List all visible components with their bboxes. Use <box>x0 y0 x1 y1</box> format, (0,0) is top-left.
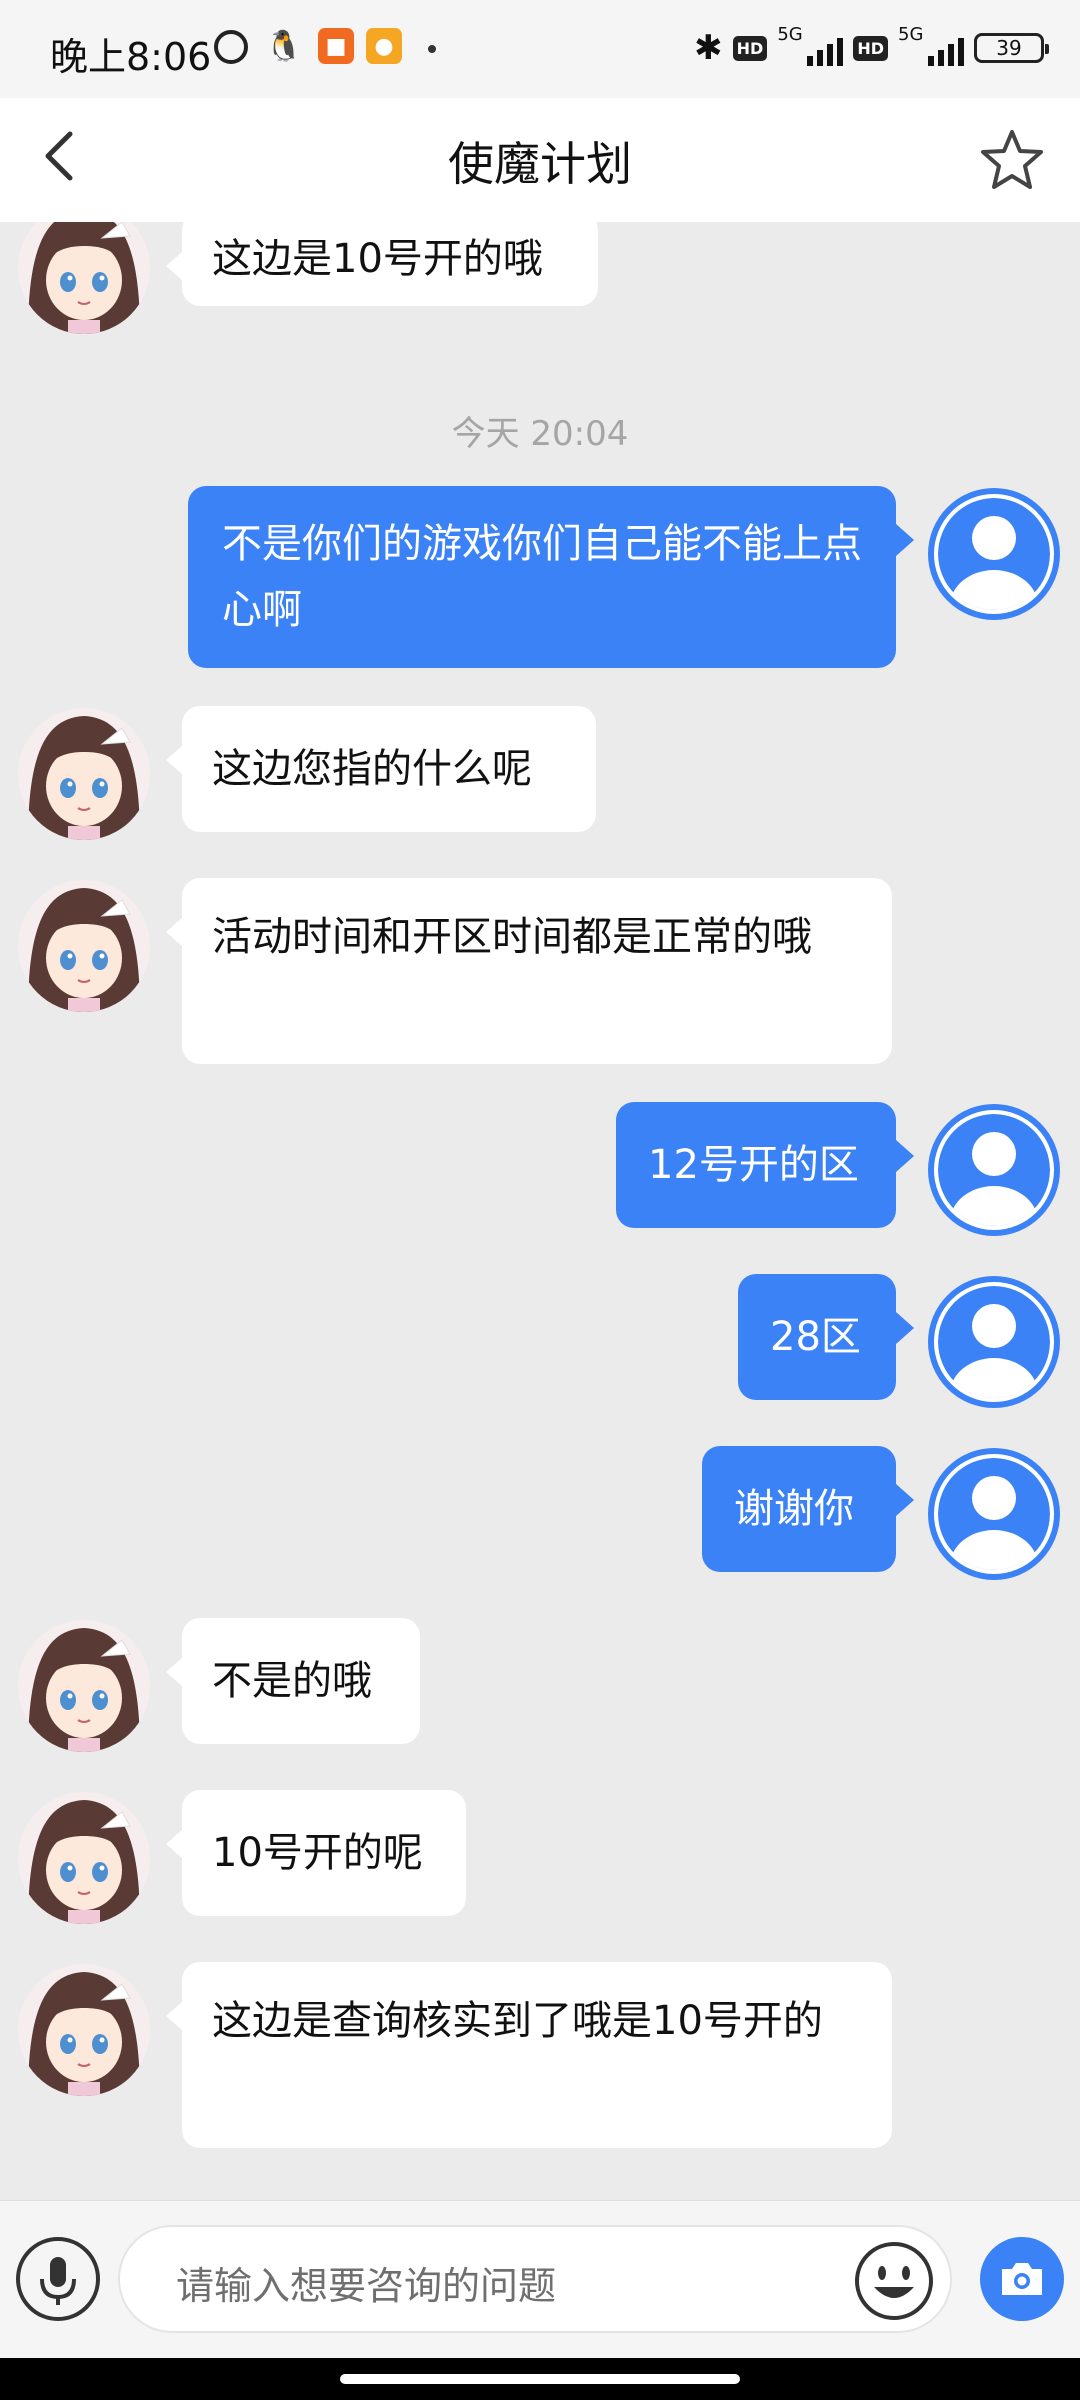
signal-icon: 5G <box>898 24 964 70</box>
status-right-group: ✱ HD 5G HD 5G 39 <box>694 24 1049 72</box>
anime-girl-avatar-icon <box>18 1792 150 1924</box>
chat-area[interactable]: 这边是10号开的哦 今天 20:04 不是你们的游戏你们自己能不能上点心啊 这边… <box>0 222 1080 2202</box>
message-bubble-right: 不是你们的游戏你们自己能不能上点心啊 <box>188 486 914 668</box>
bot-avatar[interactable] <box>18 1964 150 2096</box>
bot-avatar[interactable] <box>18 708 150 840</box>
video-app-icon: ■ <box>318 28 354 64</box>
camera-button[interactable] <box>980 2237 1064 2321</box>
dot-icon <box>428 45 436 53</box>
hd-icon: HD <box>732 35 768 61</box>
default-user-avatar-icon <box>928 1276 1060 1408</box>
battery-icon: 39 <box>974 33 1049 63</box>
home-indicator[interactable] <box>340 2374 740 2384</box>
user-avatar[interactable] <box>928 1104 1060 1236</box>
default-user-avatar-icon <box>928 488 1060 620</box>
user-avatar[interactable] <box>928 1276 1060 1408</box>
status-bar: 晚上8:06 🐧 ■ ● ✱ HD 5G HD 5G 39 <box>0 0 1080 98</box>
message-bubble-left: 这边您指的什么呢 <box>166 706 596 832</box>
bot-avatar[interactable] <box>18 1792 150 1924</box>
anime-girl-avatar-icon <box>18 880 150 1012</box>
microphone-icon <box>40 2257 76 2305</box>
battery-level: 39 <box>996 36 1022 60</box>
message-bubble-right: 12号开的区 <box>616 1102 914 1228</box>
bot-avatar[interactable] <box>18 222 150 334</box>
message-bubble-left: 这边是10号开的哦 <box>166 222 598 306</box>
hd-icon: HD <box>853 35 888 61</box>
anime-girl-avatar-icon <box>18 222 150 334</box>
input-bar: 请输入想要咨询的问题 <box>0 2200 1080 2358</box>
message-bubble-left: 这边是查询核实到了哦是10号开的 <box>166 1962 892 2148</box>
bot-avatar[interactable] <box>18 880 150 1012</box>
input-placeholder: 请输入想要咨询的问题 <box>176 2264 557 2308</box>
status-time: 晚上8:06 <box>50 35 212 79</box>
alarm-icon <box>214 30 248 64</box>
message-input[interactable]: 请输入想要咨询的问题 <box>118 2225 952 2333</box>
message-bubble-right: 谢谢你 <box>702 1446 914 1572</box>
star-icon <box>981 130 1043 189</box>
emoji-button[interactable] <box>852 2239 936 2323</box>
anime-girl-avatar-icon <box>18 1620 150 1752</box>
app-icon: ● <box>366 28 402 64</box>
system-nav-bar <box>0 2358 1080 2400</box>
favorite-button[interactable] <box>980 128 1044 192</box>
anime-girl-avatar-icon <box>18 1964 150 2096</box>
default-user-avatar-icon <box>928 1104 1060 1236</box>
anime-girl-avatar-icon <box>18 708 150 840</box>
bluetooth-icon: ✱ <box>694 28 723 68</box>
camera-icon <box>1002 2263 1042 2295</box>
emoji-icon <box>855 2242 933 2320</box>
signal-icon: 5G <box>777 24 844 70</box>
message-bubble-left: 活动时间和开区时间都是正常的哦 <box>166 878 892 1064</box>
user-avatar[interactable] <box>928 488 1060 620</box>
default-user-avatar-icon <box>928 1448 1060 1580</box>
page-title: 使魔计划 <box>448 137 632 191</box>
network-label: 5G <box>898 24 924 45</box>
voice-button[interactable] <box>16 2237 100 2321</box>
message-timestamp: 今天 20:04 <box>451 414 629 454</box>
user-avatar[interactable] <box>928 1448 1060 1580</box>
bot-avatar[interactable] <box>18 1620 150 1752</box>
header: 使魔计划 <box>0 98 1080 222</box>
message-bubble-left: 10号开的呢 <box>166 1790 466 1916</box>
network-label: 5G <box>777 24 803 45</box>
qq-icon: 🐧 <box>265 28 303 64</box>
message-bubble-left: 不是的哦 <box>166 1618 420 1744</box>
message-bubble-right: 28区 <box>738 1274 914 1400</box>
